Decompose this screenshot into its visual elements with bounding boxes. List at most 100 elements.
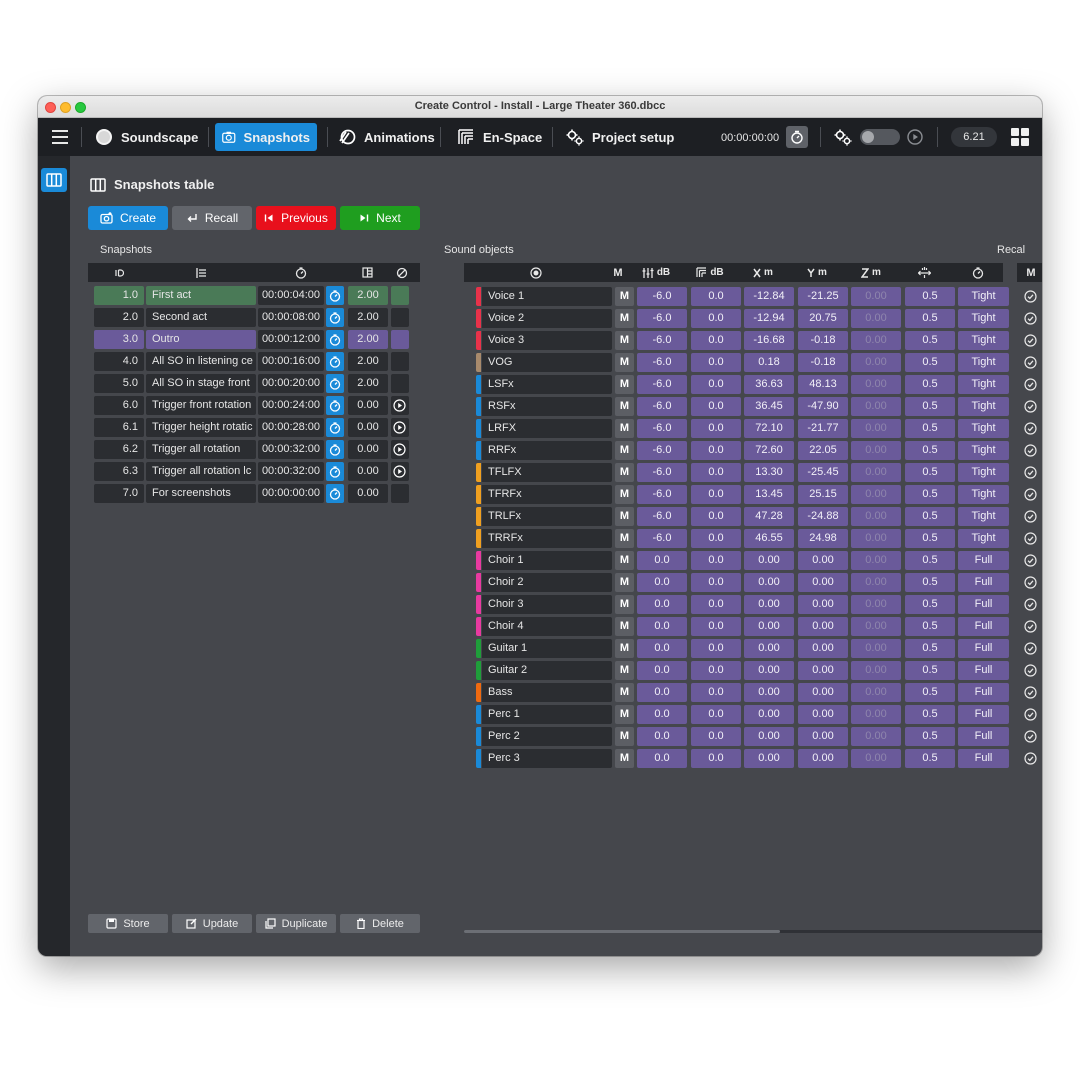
mode-column-icon[interactable] <box>952 263 1003 282</box>
snapshot-fade-value[interactable]: 2.00 <box>348 374 388 393</box>
y-position[interactable]: -24.88 <box>798 507 848 526</box>
gain-value[interactable]: -6.0 <box>637 397 687 416</box>
scrollbar-thumb[interactable] <box>464 930 780 933</box>
sound-object-name[interactable]: Choir 3 <box>482 595 612 614</box>
z-position[interactable]: 0.00 <box>851 617 901 636</box>
sound-object-name[interactable]: TFLFX <box>482 463 612 482</box>
x-position[interactable]: -16.68 <box>744 331 794 350</box>
snapshot-id[interactable]: 7.0 <box>94 484 144 503</box>
gain-value[interactable]: -6.0 <box>637 529 687 548</box>
snapshot-link-cell[interactable] <box>391 352 409 371</box>
sound-object-name[interactable]: Guitar 1 <box>482 639 612 658</box>
z-position[interactable]: 0.00 <box>851 705 901 724</box>
delay-value[interactable]: 0.0 <box>691 463 741 482</box>
gain-value[interactable]: -6.0 <box>637 353 687 372</box>
sound-object-name[interactable]: TFRFx <box>482 485 612 504</box>
mute-button[interactable]: M <box>615 749 634 768</box>
mode-value[interactable]: Tight <box>958 441 1009 460</box>
snapshot-id[interactable]: 6.0 <box>94 396 144 415</box>
z-position[interactable]: 0.00 <box>851 331 901 350</box>
y-position[interactable]: 0.00 <box>798 727 848 746</box>
recall-check-icon[interactable] <box>1024 356 1037 369</box>
table-view-button[interactable] <box>41 168 67 192</box>
gain-value[interactable]: 0.0 <box>637 551 687 570</box>
mode-value[interactable]: Full <box>958 661 1009 680</box>
sound-object-name[interactable]: VOG <box>482 353 612 372</box>
recall-mute-header[interactable]: M <box>1017 263 1042 282</box>
x-position[interactable]: 72.10 <box>744 419 794 438</box>
layout-grid-icon[interactable] <box>1011 128 1029 146</box>
mute-button[interactable]: M <box>615 375 634 394</box>
mode-value[interactable]: Full <box>958 573 1009 592</box>
snapshot-time[interactable]: 00:00:32:00 <box>258 462 324 481</box>
spread-value[interactable]: 0.5 <box>905 683 955 702</box>
x-position[interactable]: 0.00 <box>744 617 794 636</box>
z-position[interactable]: 0.00 <box>851 463 901 482</box>
update-button[interactable]: Update <box>172 914 252 933</box>
gain-value[interactable]: -6.0 <box>637 331 687 350</box>
snapshot-link-cell[interactable] <box>391 286 409 305</box>
mute-button[interactable]: M <box>615 441 634 460</box>
store-button[interactable]: Store <box>88 914 168 933</box>
mode-value[interactable]: Tight <box>958 331 1009 350</box>
z-position[interactable]: 0.00 <box>851 485 901 504</box>
settings-gears-icon[interactable] <box>834 128 852 146</box>
spread-value[interactable]: 0.5 <box>905 639 955 658</box>
y-position[interactable]: 24.98 <box>798 529 848 548</box>
y-position[interactable]: -0.18 <box>798 353 848 372</box>
delay-value[interactable]: 0.0 <box>691 419 741 438</box>
object-column-icon[interactable] <box>464 263 608 282</box>
snapshot-link-cell[interactable] <box>391 462 409 481</box>
recall-check-icon[interactable] <box>1024 400 1037 413</box>
create-button[interactable]: Create <box>88 206 168 230</box>
x-position[interactable]: 0.00 <box>744 639 794 658</box>
delay-value[interactable]: 0.0 <box>691 551 741 570</box>
sound-object-name[interactable]: Perc 3 <box>482 749 612 768</box>
mute-button[interactable]: M <box>615 639 634 658</box>
delay-column-header[interactable]: dB <box>684 263 736 282</box>
y-position[interactable]: -21.25 <box>798 287 848 306</box>
x-position[interactable]: 36.45 <box>744 397 794 416</box>
gain-value[interactable]: 0.0 <box>637 639 687 658</box>
z-position[interactable]: 0.00 <box>851 595 901 614</box>
mode-value[interactable]: Full <box>958 639 1009 658</box>
snapshot-id[interactable]: 6.2 <box>94 440 144 459</box>
sound-object-name[interactable]: Bass <box>482 683 612 702</box>
mode-value[interactable]: Tight <box>958 287 1009 306</box>
y-position[interactable]: 0.00 <box>798 705 848 724</box>
recall-check-icon[interactable] <box>1024 620 1037 633</box>
sound-object-name[interactable]: Choir 1 <box>482 551 612 570</box>
gain-value[interactable]: 0.0 <box>637 595 687 614</box>
gain-value[interactable]: -6.0 <box>637 309 687 328</box>
snapshot-name[interactable]: First act <box>146 286 256 305</box>
recall-check-icon[interactable] <box>1024 444 1037 457</box>
online-toggle[interactable] <box>860 129 900 145</box>
recall-check-icon[interactable] <box>1024 422 1037 435</box>
spread-value[interactable]: 0.5 <box>905 485 955 504</box>
sound-object-name[interactable]: Choir 4 <box>482 617 612 636</box>
delay-value[interactable]: 0.0 <box>691 727 741 746</box>
delay-value[interactable]: 0.0 <box>691 573 741 592</box>
x-column-header[interactable]: m <box>737 263 789 282</box>
delay-value[interactable]: 0.0 <box>691 617 741 636</box>
z-position[interactable]: 0.00 <box>851 529 901 548</box>
recall-check-icon[interactable] <box>1024 532 1037 545</box>
snapshot-time[interactable]: 00:00:32:00 <box>258 440 324 459</box>
spread-value[interactable]: 0.5 <box>905 617 955 636</box>
y-position[interactable]: -47.90 <box>798 397 848 416</box>
x-position[interactable]: 0.00 <box>744 661 794 680</box>
x-position[interactable]: 0.00 <box>744 573 794 592</box>
delay-value[interactable]: 0.0 <box>691 529 741 548</box>
recall-check-icon[interactable] <box>1024 730 1037 743</box>
snapshot-timer-button[interactable] <box>326 330 344 349</box>
recall-check-icon[interactable] <box>1024 598 1037 611</box>
snapshot-id[interactable]: 5.0 <box>94 374 144 393</box>
delay-value[interactable]: 0.0 <box>691 507 741 526</box>
y-position[interactable]: 0.00 <box>798 749 848 768</box>
snapshot-time[interactable]: 00:00:08:00 <box>258 308 324 327</box>
snapshot-id[interactable]: 1.0 <box>94 286 144 305</box>
delay-value[interactable]: 0.0 <box>691 683 741 702</box>
mute-button[interactable]: M <box>615 309 634 328</box>
mute-button[interactable]: M <box>615 705 634 724</box>
mute-column-header[interactable]: M <box>608 263 628 282</box>
